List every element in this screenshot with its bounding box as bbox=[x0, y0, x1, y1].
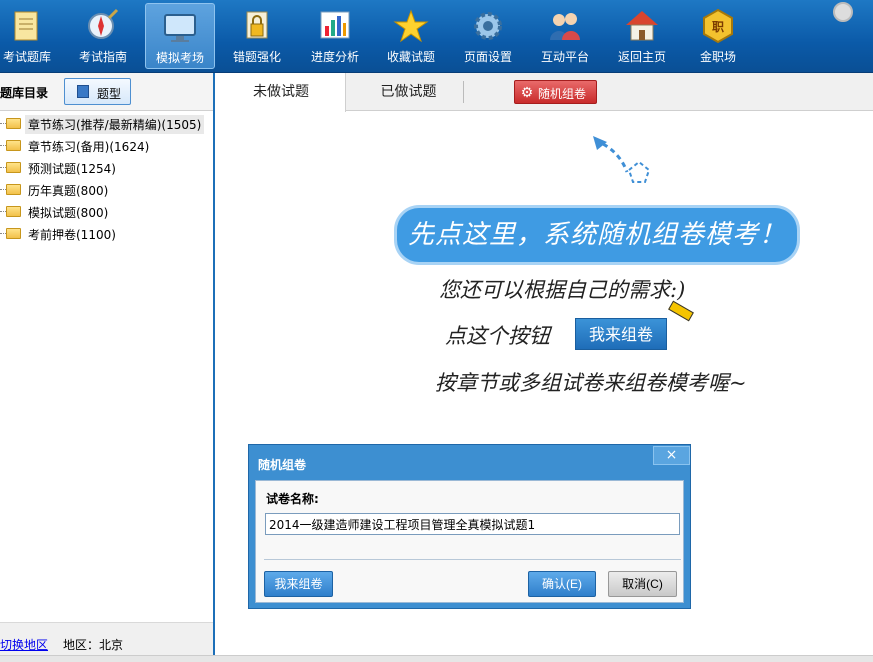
hint-headline: 先点这里，系统随机组卷模考！ bbox=[397, 208, 797, 262]
tree-item-label: 历年真题(800) bbox=[28, 184, 109, 198]
monitor-icon bbox=[164, 14, 196, 42]
hint-line-2: 点这个按钮 bbox=[445, 324, 550, 348]
toolbar-label: 模拟考场 bbox=[155, 51, 204, 65]
book-icon bbox=[77, 85, 89, 98]
star-icon bbox=[393, 9, 429, 43]
main-toolbar: 考试题库 考试指南 模拟考场 错题强化 进度分析 收藏试题 页面设置 互动平台 … bbox=[0, 0, 873, 73]
left-panel: 题库目录 题型 章节练习(推荐/最新精编)(1505) 章节练习(备用)(162… bbox=[0, 73, 215, 662]
svg-text:职: 职 bbox=[712, 20, 724, 34]
folder-icon bbox=[6, 206, 21, 217]
users-icon bbox=[550, 13, 580, 40]
hint-custom-button-image: 我来组卷 bbox=[575, 318, 667, 350]
toolbar-item-career[interactable]: 职 金职场 bbox=[683, 0, 753, 72]
gear-icon: ⚙ bbox=[520, 84, 534, 100]
toolbar-item-exam-bank[interactable]: 考试题库 bbox=[0, 0, 62, 72]
tree-item-label: 模拟试题(800) bbox=[28, 206, 109, 220]
doc-list-icon bbox=[14, 11, 38, 41]
hint-line-3: 按章节或多组试卷来组卷模考喔~ bbox=[435, 371, 747, 395]
toolbar-label: 页面设置 bbox=[463, 50, 512, 64]
tree-item[interactable]: 考前押卷(1100) bbox=[0, 223, 214, 245]
tree-item-label: 章节练习(备用)(1624) bbox=[28, 140, 150, 154]
confirm-button[interactable]: 确认(E) bbox=[528, 571, 596, 597]
bar-chart-icon bbox=[320, 11, 350, 39]
gear-icon bbox=[474, 12, 502, 40]
tree-item[interactable]: 章节练习(备用)(1624) bbox=[0, 135, 214, 157]
tree-item[interactable]: 模拟试题(800) bbox=[0, 201, 214, 223]
dialog-divider bbox=[264, 559, 681, 560]
random-paper-label: 随机组卷 bbox=[538, 87, 587, 101]
sidebar-title: 题库目录 bbox=[0, 86, 49, 100]
folder-icon bbox=[6, 228, 21, 239]
toolbar-label: 金职场 bbox=[699, 50, 736, 64]
toolbar-item-exam-guide[interactable]: 考试指南 bbox=[68, 0, 138, 72]
window-control-button[interactable] bbox=[833, 2, 853, 22]
status-bar bbox=[0, 655, 873, 662]
dialog-title: 随机组卷 bbox=[258, 458, 307, 472]
toolbar-item-favorites[interactable]: 收藏试题 bbox=[376, 0, 446, 72]
toolbar-label: 进度分析 bbox=[310, 50, 359, 64]
tab-bar: 未做试题 已做试题 ⚙ 随机组卷 bbox=[217, 73, 873, 112]
folder-icon bbox=[6, 162, 21, 173]
tree-item-label: 预测试题(1254) bbox=[28, 162, 116, 176]
toolbar-item-community[interactable]: 互动平台 bbox=[530, 0, 600, 72]
folder-icon bbox=[6, 140, 21, 151]
lock-icon bbox=[246, 11, 268, 39]
random-paper-dialog: 随机组卷 × 试卷名称: 我来组卷 确认(E) 取消(C) bbox=[248, 444, 691, 609]
paper-name-input[interactable] bbox=[265, 513, 680, 535]
custom-paper-button[interactable]: 我来组卷 bbox=[264, 571, 333, 597]
dialog-body: 试卷名称: 我来组卷 确认(E) 取消(C) bbox=[255, 480, 684, 603]
question-tree: 章节练习(推荐/最新精编)(1505) 章节练习(备用)(1624) 预测试题(… bbox=[0, 113, 214, 245]
toolbar-label: 错题强化 bbox=[232, 50, 281, 64]
tab-undone[interactable]: 未做试题 bbox=[217, 73, 346, 112]
badge-icon: 职 bbox=[703, 8, 733, 44]
region-label: 地区：北京 bbox=[63, 638, 124, 652]
compass-icon bbox=[88, 8, 119, 39]
folder-icon bbox=[6, 118, 21, 129]
type-button-label: 题型 bbox=[97, 87, 122, 101]
toolbar-item-settings[interactable]: 页面设置 bbox=[453, 0, 523, 72]
toolbar-label: 收藏试题 bbox=[386, 50, 435, 64]
close-icon[interactable]: × bbox=[653, 446, 690, 465]
arrow-icon bbox=[593, 136, 651, 183]
home-icon bbox=[626, 11, 658, 41]
toolbar-item-mock-exam[interactable]: 模拟考场 bbox=[145, 3, 215, 69]
cancel-button[interactable]: 取消(C) bbox=[608, 571, 677, 597]
tree-item[interactable]: 章节练习(推荐/最新精编)(1505) bbox=[0, 113, 214, 135]
hint-line-1: 您还可以根据自己的需求:) bbox=[439, 278, 686, 302]
toolbar-item-wrong-questions[interactable]: 错题强化 bbox=[222, 0, 292, 72]
folder-icon bbox=[6, 184, 21, 195]
toolbar-item-home[interactable]: 返回主页 bbox=[607, 0, 677, 72]
tree-item-label: 考前押卷(1100) bbox=[28, 228, 116, 242]
type-button[interactable]: 题型 bbox=[64, 78, 131, 105]
toolbar-label: 互动平台 bbox=[540, 50, 589, 64]
toolbar-label: 考试题库 bbox=[2, 50, 51, 64]
tree-item-label: 章节练习(推荐/最新精编)(1505) bbox=[25, 115, 205, 134]
tree-item[interactable]: 历年真题(800) bbox=[0, 179, 214, 201]
tree-item[interactable]: 预测试题(1254) bbox=[0, 157, 214, 179]
toolbar-label: 返回主页 bbox=[617, 50, 666, 64]
tab-done[interactable]: 已做试题 bbox=[346, 73, 471, 111]
random-paper-button[interactable]: ⚙ 随机组卷 bbox=[514, 80, 597, 104]
paper-name-label: 试卷名称: bbox=[266, 492, 319, 506]
toolbar-item-progress[interactable]: 进度分析 bbox=[300, 0, 370, 72]
sidebar-header: 题库目录 题型 bbox=[0, 73, 213, 111]
tab-divider bbox=[463, 81, 464, 103]
toolbar-label: 考试指南 bbox=[78, 50, 127, 64]
switch-region-link[interactable]: 切换地区 bbox=[0, 636, 48, 653]
